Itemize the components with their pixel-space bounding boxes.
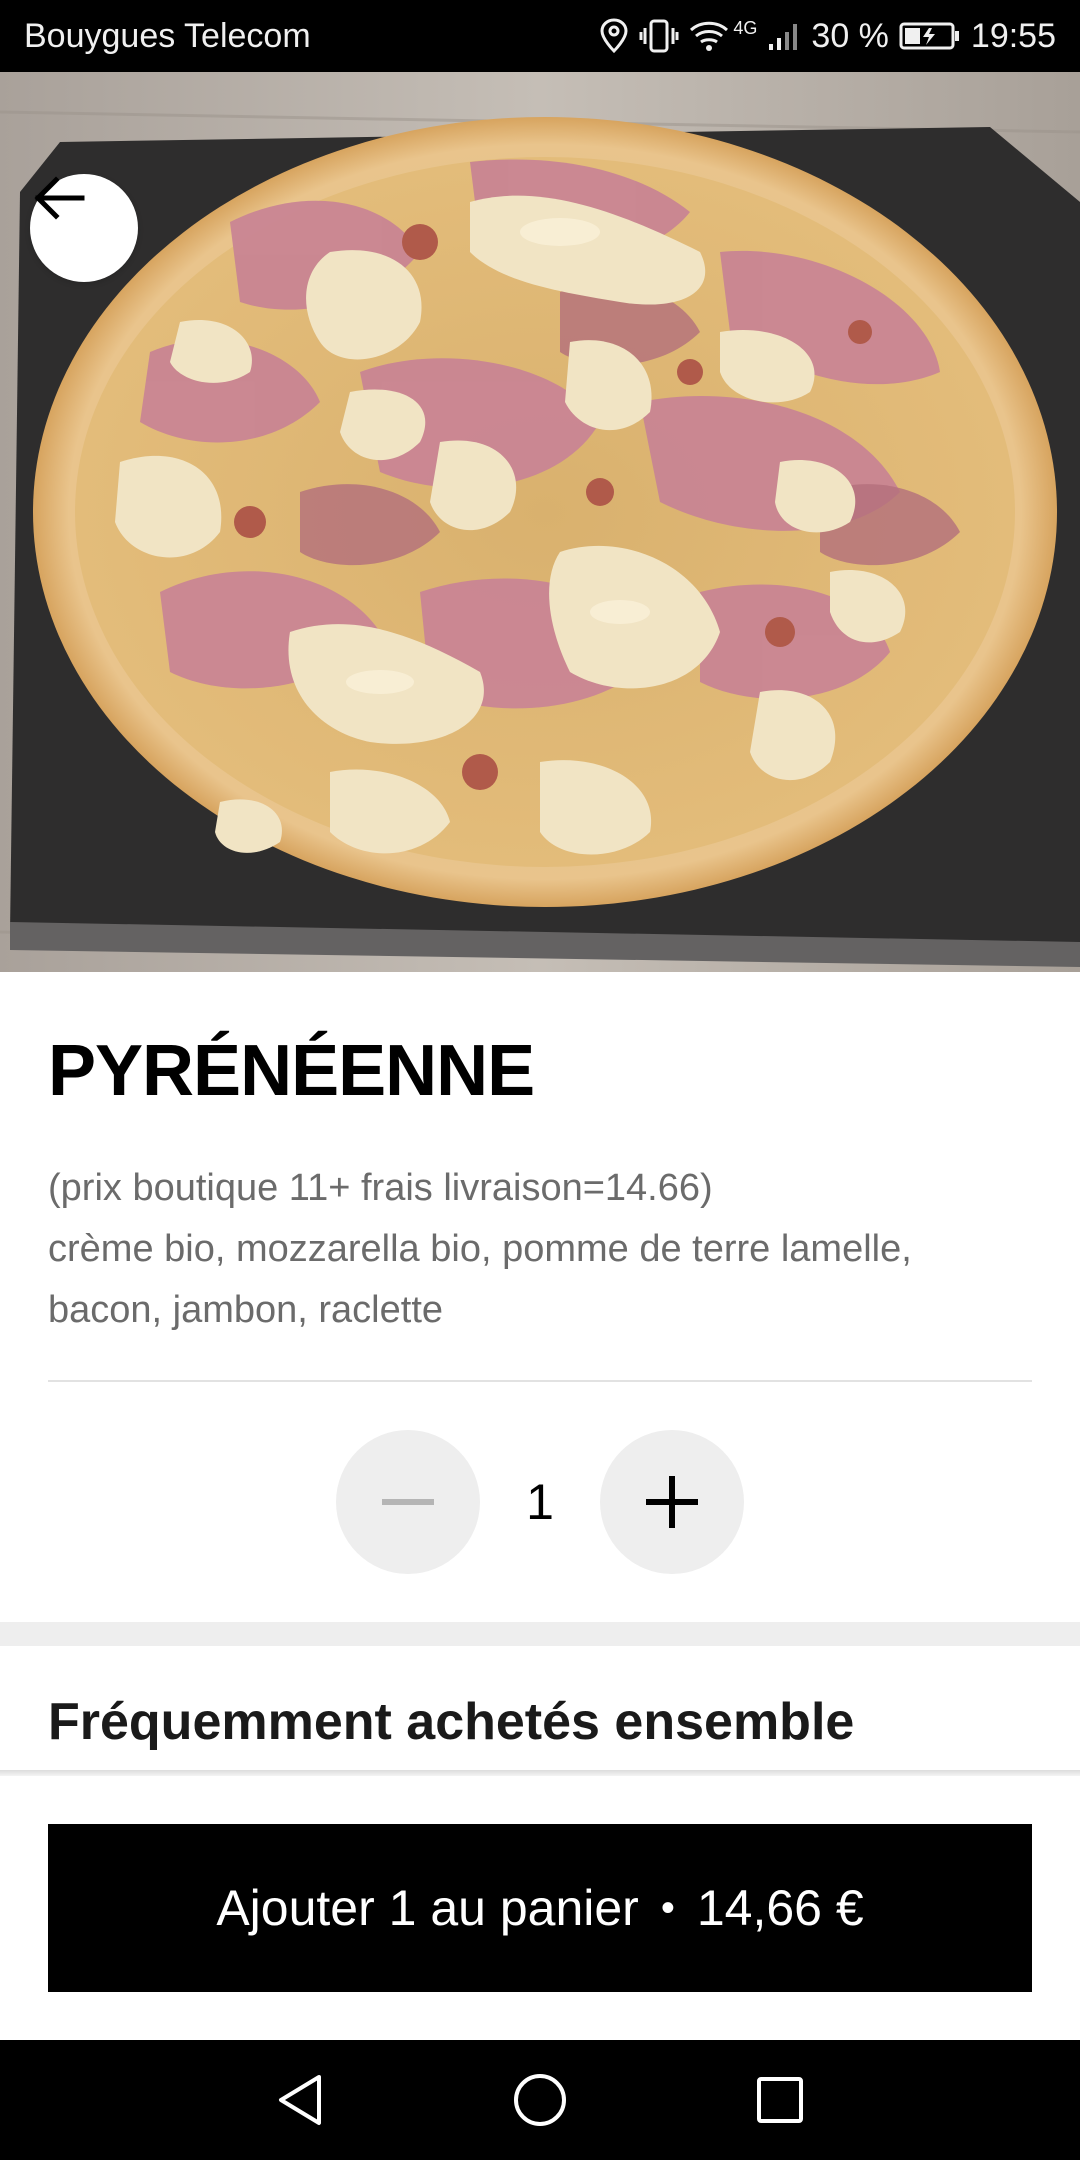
square-recent-icon — [757, 2077, 803, 2123]
battery-icon — [899, 22, 959, 50]
navigation-bar — [0, 2040, 1080, 2160]
increase-quantity-button[interactable] — [600, 1430, 744, 1574]
minus-icon — [382, 1499, 434, 1505]
back-button[interactable] — [30, 174, 138, 282]
add-to-cart-area: Ajouter 1 au panier • 14,66 € — [0, 1776, 1080, 2040]
triangle-back-icon — [279, 2075, 321, 2125]
description-line: (prix boutique 11+ frais livraison=14.66… — [48, 1167, 713, 1209]
signal-icon — [769, 24, 798, 50]
quantity-value: 1 — [526, 1474, 554, 1530]
clock: 19:55 — [970, 16, 1056, 55]
location-icon — [600, 18, 628, 54]
section-separator — [0, 1622, 1080, 1646]
plus-icon — [646, 1476, 698, 1528]
nav-back-button[interactable] — [262, 2062, 338, 2138]
add-to-cart-label: Ajouter 1 au panier — [216, 1880, 639, 1936]
add-to-cart-button[interactable]: Ajouter 1 au panier • 14,66 € — [48, 1824, 1032, 1992]
description-line: bacon, jambon, raclette — [48, 1289, 444, 1331]
vibrate-icon — [639, 19, 679, 53]
product-title: PYRÉNÉENNE — [48, 1031, 535, 1111]
battery-percent: 30 % — [811, 16, 889, 55]
nav-recent-apps-button[interactable] — [742, 2062, 818, 2138]
cart-price: 14,66 € — [696, 1880, 864, 1936]
wifi-icon — [690, 21, 729, 51]
product-description: (prix boutique 11+ frais livraison=14.66… — [48, 1158, 1038, 1341]
arrow-left-icon — [34, 176, 85, 220]
section-title: Fréquemment achetés ensemble — [48, 1693, 855, 1751]
status-icons: 4G 30 % 19:55 — [599, 17, 1056, 56]
divider — [48, 1380, 1032, 1382]
status-bar: Bouygues Telecom 4G 30 % 19:55 — [0, 0, 1080, 72]
decrease-quantity-button[interactable] — [336, 1430, 480, 1574]
circle-home-icon — [514, 2074, 566, 2126]
network-type: 4G — [733, 17, 758, 38]
description-line: crème bio, mozzarella bio, pomme de terr… — [48, 1228, 912, 1270]
cta-separator: • — [660, 1885, 675, 1930]
product-image — [0, 72, 1080, 972]
nav-home-button[interactable] — [502, 2062, 578, 2138]
quantity-stepper: 1 — [0, 1430, 1080, 1574]
pizza-illustration — [0, 72, 1080, 972]
carrier-name: Bouygues Telecom — [24, 16, 311, 55]
